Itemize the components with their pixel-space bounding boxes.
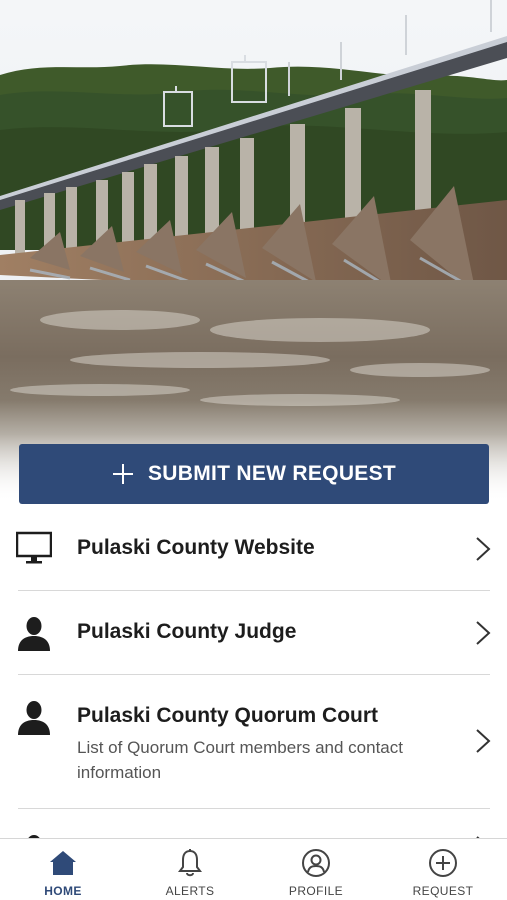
tab-label: REQUEST (412, 884, 474, 898)
monitor-icon (16, 531, 52, 564)
bottom-tab-bar: HOME ALERTS PROFILE REQUEST (0, 838, 507, 900)
bell-icon (178, 849, 202, 877)
list-item-partial[interactable] (0, 809, 507, 839)
home-icon (50, 851, 76, 875)
list-item-judge[interactable]: Pulaski County Judge (0, 591, 507, 674)
plus-icon (112, 464, 133, 484)
chevron-right-icon (476, 621, 491, 645)
tab-home[interactable]: HOME (0, 839, 126, 900)
person-icon (18, 617, 50, 651)
list-item-website[interactable]: Pulaski County Website (0, 506, 507, 590)
tab-alerts[interactable]: ALERTS (127, 839, 253, 900)
tab-label: HOME (44, 884, 82, 898)
chevron-right-icon (476, 537, 491, 561)
submit-button-label: SUBMIT NEW REQUEST (147, 462, 397, 485)
submit-new-request-button[interactable]: SUBMIT NEW REQUEST (19, 444, 489, 504)
tab-profile[interactable]: PROFILE (253, 839, 379, 900)
tab-label: PROFILE (288, 884, 344, 898)
chevron-right-icon (476, 729, 491, 753)
list-item-subtitle: List of Quorum Court members and contact… (77, 738, 403, 782)
person-icon (18, 701, 50, 735)
list-item-title: Pulaski County Website (77, 536, 315, 559)
tab-label: ALERTS (165, 884, 215, 898)
plus-circle-icon (429, 849, 457, 877)
list-item-title: Pulaski County Quorum Court (77, 704, 379, 727)
app-screen: SUBMIT NEW REQUEST Pulaski County Websit… (0, 0, 507, 900)
tab-request[interactable]: REQUEST (380, 839, 506, 900)
profile-icon (302, 849, 330, 877)
list-item-title: Pulaski County Judge (77, 620, 297, 643)
hero-image (0, 0, 507, 500)
list-item-quorum-court[interactable]: Pulaski County Quorum Court List of Quor… (0, 675, 507, 808)
